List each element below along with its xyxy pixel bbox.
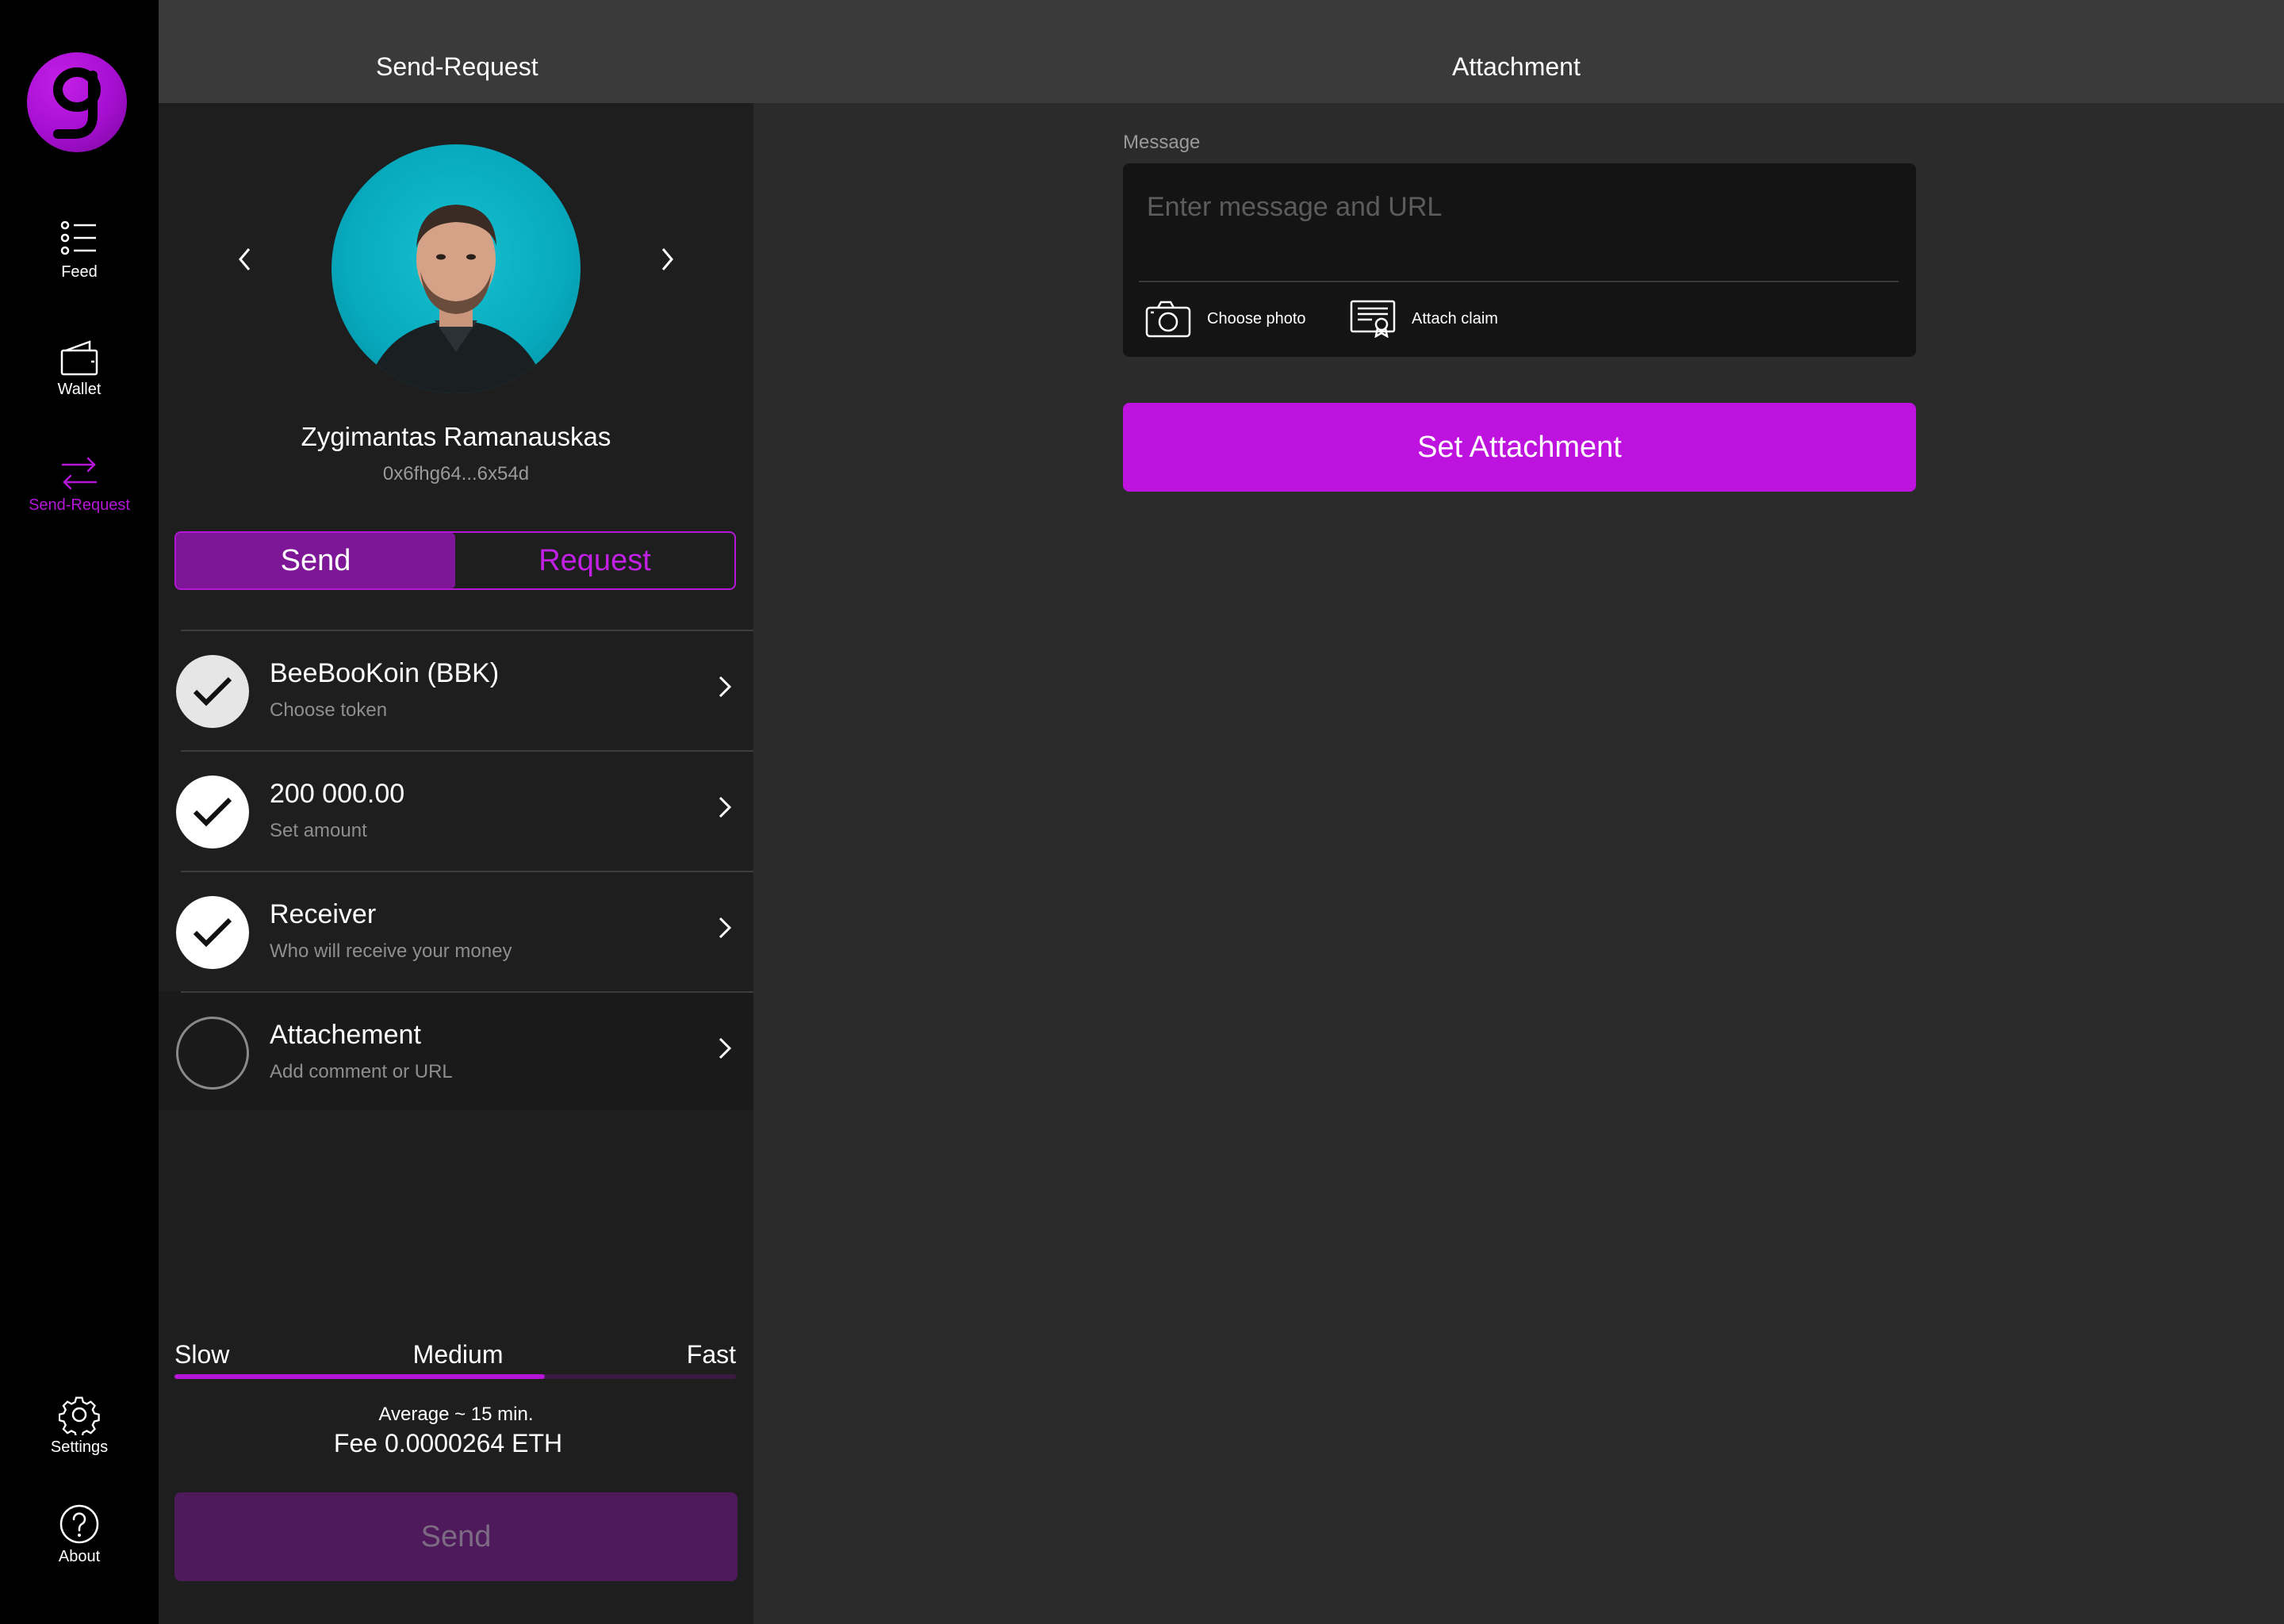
message-input[interactable]: [1145, 182, 1894, 232]
sidebar-item-label: Feed: [61, 263, 98, 281]
attach-claim-label: Attach claim: [1412, 309, 1498, 327]
step-row-token[interactable]: BeeBooKoin (BBK) Choose token: [159, 630, 753, 749]
choose-photo-label: Choose photo: [1207, 309, 1306, 327]
sidebar: Feed Wallet Send-Request Settings About: [0, 0, 159, 1624]
send-request-title: Send-Request: [376, 52, 538, 81]
certificate-icon: [1350, 300, 1396, 338]
check-circle-icon: [176, 896, 249, 969]
row-divider: [181, 630, 753, 631]
empty-circle-icon: [176, 1017, 249, 1090]
fee-speed-slider[interactable]: Slow Medium Fast: [174, 1340, 736, 1379]
step-title: 200 000.00: [270, 779, 405, 809]
chevron-right-icon: [719, 676, 732, 698]
speed-slow-label[interactable]: Slow: [174, 1340, 229, 1369]
help-circle-icon: [59, 1504, 99, 1544]
set-attachment-button[interactable]: Set Attachment: [1123, 403, 1916, 492]
speed-medium-label[interactable]: Medium: [413, 1340, 504, 1369]
message-box: Choose photo Attach claim: [1123, 163, 1916, 357]
row-divider: [181, 991, 753, 993]
choose-photo-button[interactable]: Choose photo: [1145, 295, 1306, 343]
step-title: Receiver: [270, 899, 377, 929]
gear-icon: [59, 1396, 100, 1435]
contact-address: 0x6fhg64...6x54d: [382, 463, 530, 485]
contact-name: Zygimantas Ramanauskas: [301, 422, 611, 451]
sidebar-item-wallet[interactable]: Wallet: [0, 339, 159, 399]
person-photo: [364, 205, 548, 393]
transfer-arrows-icon: [61, 457, 98, 490]
camera-icon: [1145, 301, 1191, 338]
row-divider: [181, 871, 753, 872]
chevron-right-icon: [719, 796, 732, 818]
send-button[interactable]: Send: [174, 1492, 738, 1581]
speed-labels: Slow Medium Fast: [174, 1340, 736, 1369]
wallet-icon: [60, 340, 98, 376]
step-row-receiver[interactable]: Receiver Who will receive your money: [159, 871, 753, 990]
speed-track-fill: [174, 1374, 546, 1379]
sidebar-item-label: Settings: [50, 1438, 109, 1456]
chevron-left-icon[interactable]: [236, 246, 254, 273]
attachment-title: Attachment: [1452, 52, 1581, 81]
top-bar: Send-Request Attachment: [159, 0, 2284, 103]
contact-avatar: [331, 144, 581, 393]
average-time: Average ~ 15 min.: [378, 1404, 534, 1425]
speed-track[interactable]: [174, 1374, 736, 1379]
send-request-panel: Zygimantas Ramanauskas 0x6fhg64...6x54d …: [159, 103, 753, 1624]
row-divider: [181, 750, 753, 752]
step-row-amount[interactable]: 200 000.00 Set amount: [159, 750, 753, 869]
message-divider: [1139, 281, 1899, 282]
send-tab[interactable]: Send: [176, 533, 455, 588]
step-title: Attachement: [270, 1020, 421, 1050]
fee-amount: Fee 0.0000264 ETH: [333, 1429, 563, 1457]
sidebar-item-label: Send-Request: [29, 496, 130, 514]
list-icon: [60, 220, 96, 255]
attach-claim-button[interactable]: Attach claim: [1350, 295, 1498, 343]
sidebar-item-label: About: [58, 1548, 101, 1565]
speed-fast-label[interactable]: Fast: [687, 1340, 736, 1369]
logo-g-icon: [53, 67, 101, 139]
step-subtitle: Set amount: [270, 820, 367, 841]
step-subtitle: Choose token: [270, 699, 388, 721]
chevron-right-icon: [719, 1037, 732, 1059]
message-label: Message: [1123, 132, 1201, 153]
sidebar-item-about[interactable]: About: [0, 1503, 159, 1566]
send-request-toggle: Send Request: [174, 531, 736, 590]
step-subtitle: Add comment or URL: [270, 1061, 453, 1082]
check-circle-icon: [176, 776, 249, 848]
app-logo[interactable]: [27, 52, 127, 152]
step-subtitle: Who will receive your money: [270, 940, 512, 962]
chevron-right-icon[interactable]: [658, 246, 676, 273]
step-row-attachment[interactable]: Attachement Add comment or URL: [159, 991, 753, 1110]
sidebar-item-send-request[interactable]: Send-Request: [0, 454, 159, 515]
sidebar-item-feed[interactable]: Feed: [0, 219, 159, 282]
request-tab[interactable]: Request: [455, 533, 734, 588]
step-title: BeeBooKoin (BBK): [270, 658, 500, 688]
check-circle-icon: [176, 655, 249, 728]
sidebar-item-settings[interactable]: Settings: [0, 1394, 159, 1457]
sidebar-item-label: Wallet: [57, 381, 102, 398]
chevron-right-icon: [719, 917, 732, 939]
